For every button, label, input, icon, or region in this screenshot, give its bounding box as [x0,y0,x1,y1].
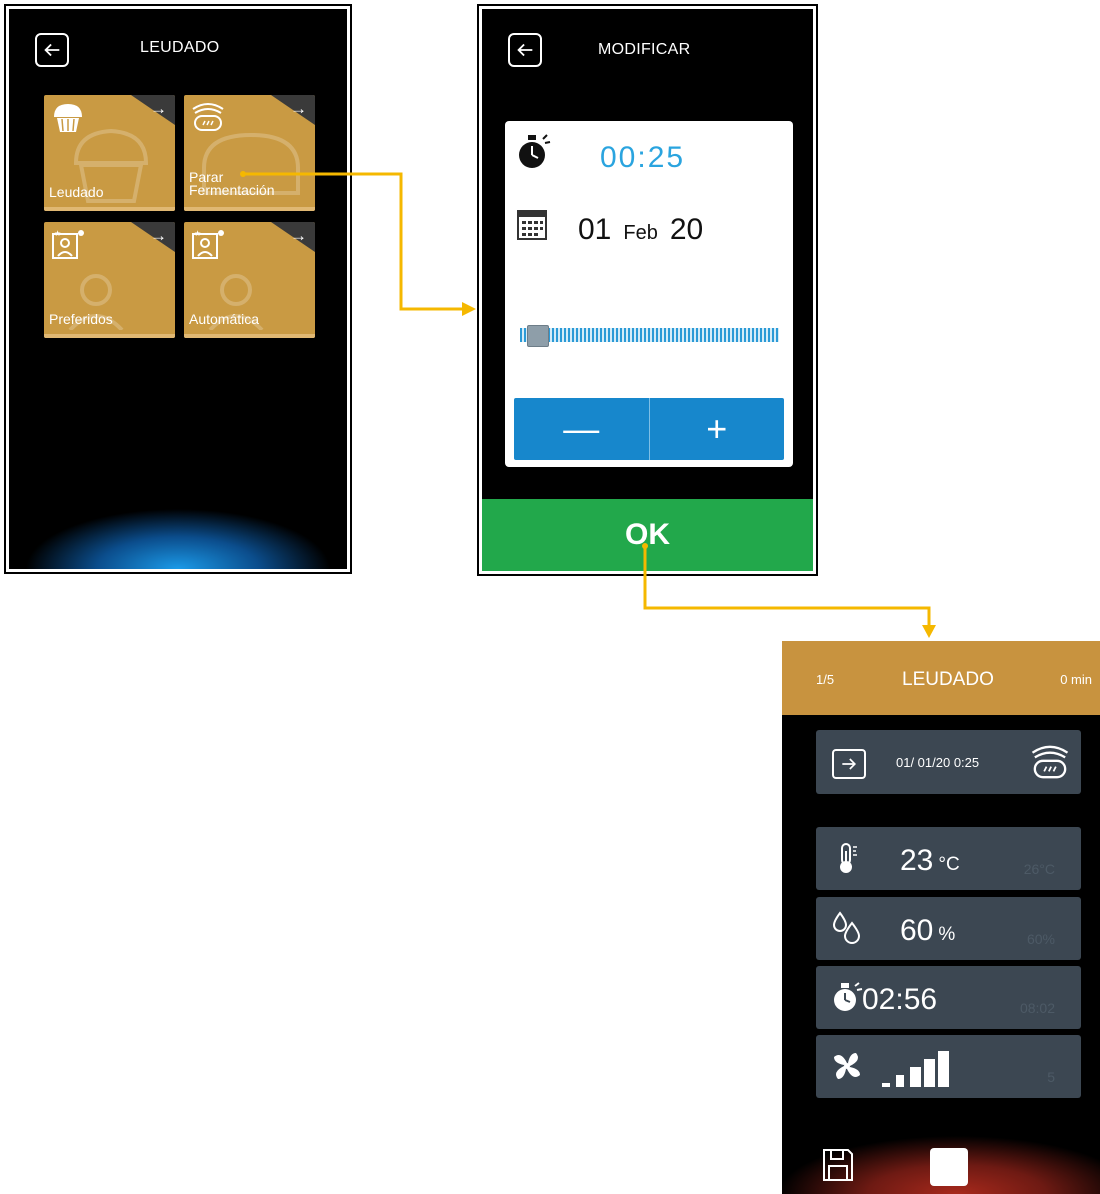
modificar-screen: MODIFICAR 00:25 01 Feb 20 — + OK [477,4,818,576]
temperature-value: 23 °C [900,844,960,878]
plus-button[interactable]: + [650,398,785,460]
svg-text:★: ★ [194,229,201,238]
minus-button[interactable]: — [514,398,649,460]
enter-icon [832,749,866,779]
arrow-left-icon [44,43,60,57]
temperature-row[interactable]: 23 °C 26°C [816,827,1081,890]
page-title: LEUDADO [902,669,994,690]
fan-icon [834,1053,860,1079]
fan-level-bar [896,1075,904,1087]
humidity-number: 60 [900,914,934,947]
temperature-setpoint: 26°C [1023,861,1055,877]
date-day: 01 [578,213,612,246]
humidity-value: 60% [900,914,955,948]
fan-row[interactable]: 5 [816,1035,1081,1098]
stopwatch-icon [834,982,863,1011]
arrow-left-icon [517,43,533,57]
value-stepper: — + [514,398,784,460]
tile-label: Preferidos [49,311,113,327]
bread-stop-icon [192,103,224,131]
status-header: 1/5 LEUDADO 0 min [782,641,1100,715]
stopwatch-icon [519,134,551,168]
fan-level-bars [882,1051,949,1087]
tile-label: Automática [189,311,260,327]
temperature-unit: °C [938,854,960,875]
tile-parar-fermentacion[interactable]: → Parar Fermentación [184,95,315,211]
back-button[interactable] [508,33,542,67]
tile-preferidos[interactable]: ★ → Preferidos [44,222,175,338]
temperature-number: 23 [900,844,934,877]
fan-level-bar [882,1083,890,1087]
tile-automatica[interactable]: ★ → Automática [184,222,315,338]
calendar-icon [517,210,547,240]
thermometer-icon [840,843,857,873]
date-year: 20 [669,213,704,246]
value-slider[interactable] [520,325,779,347]
tile-leudado[interactable]: → Leudado [44,95,175,211]
tile-label-line2: Fermentación [189,182,275,198]
favorites-user-icon: ★ [52,229,84,259]
bread-stop-icon [1031,745,1069,779]
arrow-right-icon: → [150,99,167,118]
stop-button[interactable] [930,1148,968,1186]
fan-level-bar [910,1067,921,1087]
tile-underline [184,334,315,338]
bottom-glow [9,489,347,569]
tile-label: Parar Fermentación [189,170,275,198]
timer-setpoint: 08:02 [1019,1000,1055,1016]
fan-level-bar [938,1051,949,1087]
arrow-right-icon: → [290,226,307,245]
tile-underline [44,207,175,211]
fan-setpoint: 5 [1047,1069,1055,1085]
tile-underline [184,207,315,211]
tile-label: Leudado [49,184,104,200]
leudado-running-screen: 1/5 LEUDADO 0 min 01/ 01/20 0:25 23 °C 26… [782,638,1100,1194]
connector-arrowhead [462,302,476,316]
time-value[interactable]: 00:25 [600,141,685,175]
tile-underline [44,334,175,338]
arrow-right-icon: → [290,99,307,118]
step-counter: 1/5 [816,672,835,687]
page-title: MODIFICAR [598,41,691,58]
back-button[interactable] [35,33,69,67]
save-icon[interactable] [822,1148,854,1182]
fan-level-bar [924,1059,935,1087]
svg-text:★: ★ [54,229,61,238]
slider-handle[interactable] [527,325,549,347]
humidity-unit: % [938,924,956,945]
ok-button[interactable]: OK [482,499,813,571]
humidity-setpoint: 60% [1026,931,1055,947]
date-value[interactable]: 01 Feb 20 [578,213,703,247]
program-start-row[interactable]: 01/ 01/20 0:25 [816,730,1081,794]
timer-row[interactable]: 02:56 08:02 [816,966,1081,1029]
humidity-drops-icon [832,911,861,944]
muffin-icon [54,104,82,132]
date-month: Feb [623,222,658,244]
edit-card: 00:25 01 Feb 20 — + [505,121,793,467]
page-title: LEUDADO [140,39,220,56]
connector-arrowhead [922,625,936,638]
elapsed-time: 0 min [1060,672,1092,687]
program-datetime: 01/ 01/20 0:25 [896,755,980,770]
automatic-user-icon: ★ [192,229,224,259]
humidity-row[interactable]: 60% 60% [816,897,1081,960]
arrow-right-icon: → [150,226,167,245]
timer-value: 02:56 [862,983,938,1016]
leudado-menu-screen: LEUDADO → Leudado → Parar Fermentación ★… [4,4,352,574]
